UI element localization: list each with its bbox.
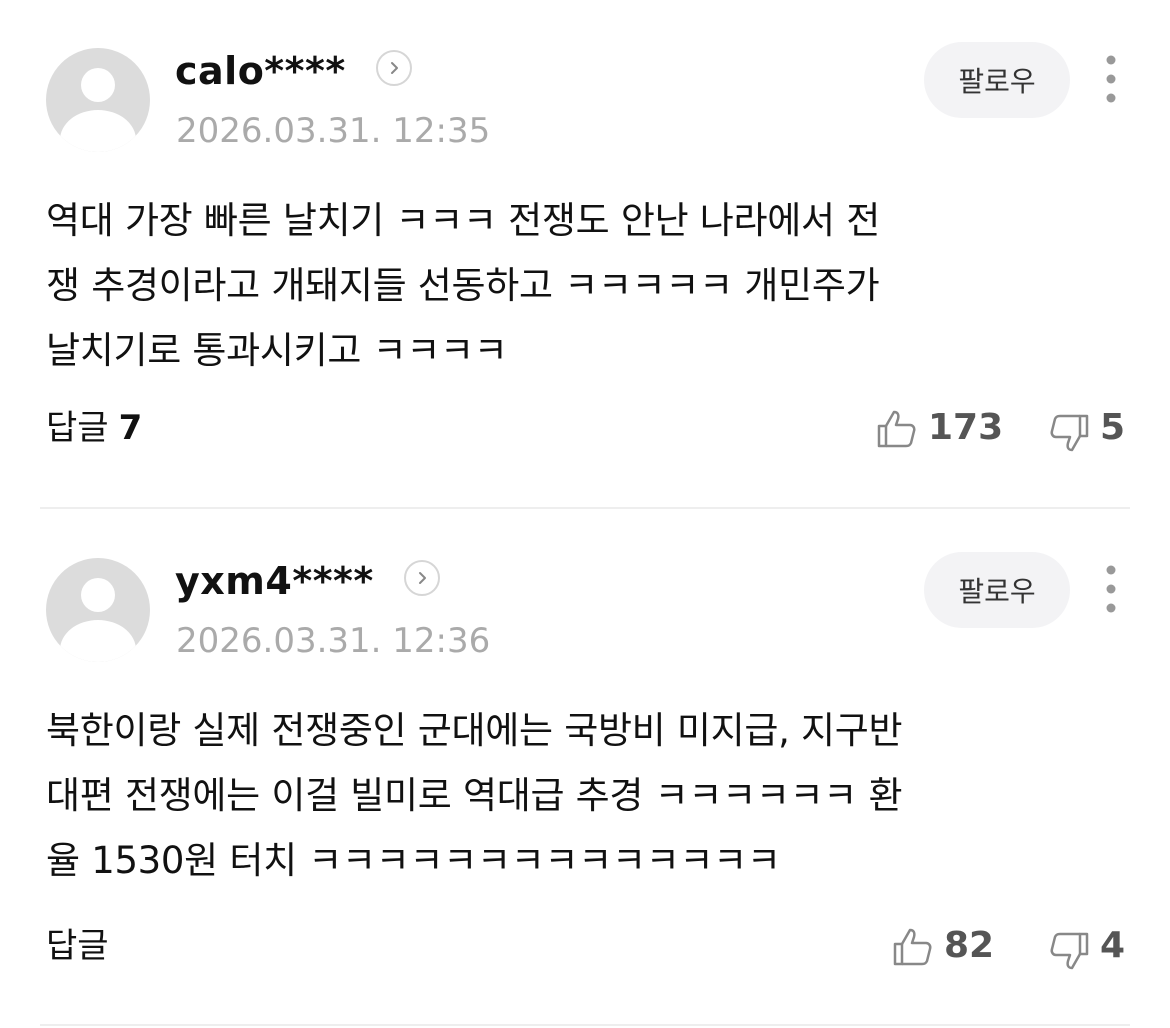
reply-label: 답글 <box>46 408 109 448</box>
comment-text-line: 북한이랑 실제 전쟁중인 군대에는 국방비 미지급, 지구반 <box>46 709 903 752</box>
thumbs-up-icon[interactable] <box>892 926 934 968</box>
follow-button[interactable]: 팔로우 <box>924 552 1070 628</box>
comment-text-line: 날치기로 통과시키고 ㅋㅋㅋㅋ <box>46 329 508 372</box>
comment-divider <box>40 1024 1130 1026</box>
comment-timestamp: 2026.03.31. 12:35 <box>176 111 491 151</box>
avatar-body-shape <box>60 110 136 152</box>
thumbs-down-icon[interactable] <box>1048 930 1090 972</box>
comment-timestamp: 2026.03.31. 12:36 <box>176 621 491 661</box>
follow-button[interactable]: 팔로우 <box>924 42 1070 118</box>
user-avatar[interactable] <box>46 48 150 152</box>
comment-text-line: 대편 전쟁에는 이걸 빌미로 역대급 추경 ㅋㅋㅋㅋㅋㅋ 환 <box>46 774 903 817</box>
avatar-head-shape <box>81 578 115 612</box>
comment-body: 역대 가장 빠른 날치기 ㅋㅋㅋ 전쟁도 안난 나라에서 전 쟁 추경이라고 개… <box>46 188 1106 383</box>
comment-text-line: 쟁 추경이라고 개돼지들 선동하고 ㅋㅋㅋㅋㅋ 개민주가 <box>46 264 880 307</box>
reply-label: 답글 <box>46 926 109 966</box>
comment-body: 북한이랑 실제 전쟁중인 군대에는 국방비 미지급, 지구반 대편 전쟁에는 이… <box>46 698 1106 893</box>
chevron-right-icon[interactable] <box>404 560 440 596</box>
comment-item: calo**** 2026.03.31. 12:35 팔로우 역대 가장 빠른 … <box>0 0 1170 508</box>
comment-text-line: 역대 가장 빠른 날치기 ㅋㅋㅋ 전쟁도 안난 나라에서 전 <box>46 199 880 242</box>
comment-divider <box>40 507 1130 509</box>
comment-username[interactable]: yxm4**** <box>175 558 374 604</box>
comment-username[interactable]: calo**** <box>175 48 346 94</box>
thumbs-down-icon[interactable] <box>1048 412 1090 454</box>
comment-item: yxm4**** 2026.03.31. 12:36 팔로우 북한이랑 실제 전… <box>0 510 1170 1028</box>
avatar-head-shape <box>81 68 115 102</box>
dislike-count: 5 <box>1100 407 1126 448</box>
avatar-body-shape <box>60 620 136 662</box>
like-count: 82 <box>944 925 995 966</box>
chevron-right-icon[interactable] <box>376 50 412 86</box>
more-options-icon[interactable] <box>1100 562 1122 618</box>
dislike-count: 4 <box>1100 925 1126 966</box>
like-count: 173 <box>928 407 1004 448</box>
reply-button[interactable]: 답글 <box>46 920 119 972</box>
thumbs-up-icon[interactable] <box>876 408 918 450</box>
more-options-icon[interactable] <box>1100 52 1122 108</box>
user-avatar[interactable] <box>46 558 150 662</box>
reply-count: 7 <box>118 408 143 448</box>
comment-text-line: 율 1530원 터치 ㅋㅋㅋㅋㅋㅋㅋㅋㅋㅋㅋㅋㅋㅋ <box>46 839 781 882</box>
reply-button[interactable]: 답글 7 <box>46 402 142 454</box>
